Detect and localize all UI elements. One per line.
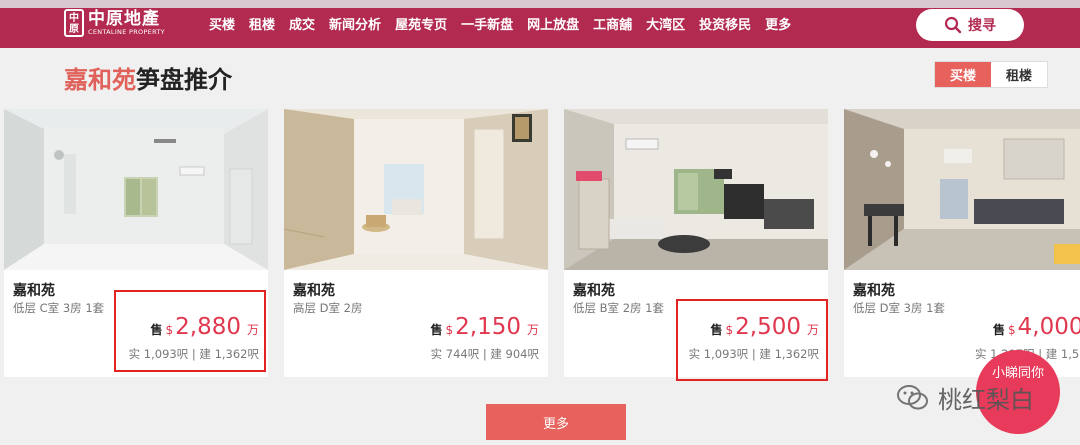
listing-estate-name: 嘉和苑 [293, 283, 335, 299]
listing-photo[interactable] [4, 109, 268, 270]
section-title-rest: 笋盘推介 [136, 66, 232, 94]
nav-item-transactions[interactable]: 成交 [289, 14, 315, 33]
nav-item-investment[interactable]: 投资移民 [699, 14, 751, 33]
search-button[interactable]: 搜寻 [916, 9, 1024, 41]
nav-item-buy[interactable]: 买楼 [209, 14, 235, 33]
logo-name-cn: 中原地產 [88, 9, 160, 29]
section-title: 嘉和苑笋盘推介 [64, 60, 232, 95]
listing-card[interactable]: 嘉和苑 低层 D室 3房 1套 售 $ 4,000 实 1,297呎 | 建 1… [844, 109, 1080, 377]
sale-label: 售 [430, 323, 443, 337]
listing-area: 实 744呎 | 建 904呎 [430, 347, 539, 361]
price-currency: $ [1008, 323, 1016, 337]
listing-price: 售 $ 4,000 [993, 314, 1080, 340]
listing-price: 售 $ 2,150 万 [430, 314, 539, 340]
price-unit: 万 [526, 323, 539, 337]
toggle-buy[interactable]: 买楼 [935, 62, 991, 87]
watermark-text: 桃红梨白 [938, 386, 1034, 414]
listing-photo[interactable] [844, 109, 1080, 270]
nav-item-new-homes[interactable]: 一手新盘 [461, 14, 513, 33]
promo-badge-text: 小睇同你 [991, 366, 1044, 381]
sale-label: 售 [993, 323, 1006, 337]
toggle-rent[interactable]: 租楼 [991, 62, 1047, 87]
search-icon [944, 16, 962, 34]
nav-item-rent[interactable]: 租楼 [249, 14, 275, 33]
header-top-strip [0, 0, 1080, 8]
listing-unit-detail: 低层 D室 3房 1套 [853, 301, 945, 315]
logo-name-en: CENTALINE PROPERTY [88, 28, 165, 36]
listing-card[interactable]: 嘉和苑 高层 D室 2房 售 $ 2,150 万 实 744呎 | 建 904呎 [284, 109, 548, 377]
section-title-estate: 嘉和苑 [64, 66, 136, 94]
listing-unit-detail: 高层 D室 2房 [293, 301, 363, 315]
highlight-box [676, 299, 828, 381]
search-label: 搜寻 [968, 18, 996, 34]
nav-item-more[interactable]: 更多 [765, 14, 791, 33]
buy-rent-toggle: 买楼 租楼 [934, 61, 1048, 88]
listing-unit-detail: 低层 B室 2房 1套 [573, 301, 664, 315]
price-currency: $ [445, 323, 454, 337]
watermark: 桃红梨白 [896, 380, 1034, 415]
listing-photo[interactable] [564, 109, 828, 270]
main-nav: 买楼 租楼 成交 新闻分析 屋苑专页 一手新盘 网上放盘 工商舖 大湾区 投资移… [209, 14, 805, 33]
price-value: 2,150 [455, 314, 521, 340]
listing-photo[interactable] [284, 109, 548, 270]
logo-mark-icon: 中原 [64, 9, 84, 37]
more-button[interactable]: 更多 [486, 404, 626, 440]
nav-item-list-online[interactable]: 网上放盘 [527, 14, 579, 33]
site-header: 中原 中原地產 CENTALINE PROPERTY 买楼 租楼 成交 新闻分析… [0, 0, 1080, 48]
listing-estate-name: 嘉和苑 [853, 283, 895, 299]
nav-item-commercial[interactable]: 工商舖 [593, 14, 632, 33]
highlight-box [114, 290, 266, 372]
nav-item-estates[interactable]: 屋苑专页 [395, 14, 447, 33]
price-value: 4,000 [1017, 314, 1080, 340]
wechat-icon [897, 384, 928, 409]
listing-estate-name: 嘉和苑 [13, 283, 55, 299]
centaline-logo[interactable]: 中原 中原地產 CENTALINE PROPERTY [64, 9, 165, 37]
nav-item-greater-bay[interactable]: 大湾区 [646, 14, 685, 33]
listing-unit-detail: 低层 C室 3房 1套 [13, 301, 105, 315]
listing-estate-name: 嘉和苑 [573, 283, 615, 299]
nav-item-news[interactable]: 新闻分析 [329, 14, 381, 33]
